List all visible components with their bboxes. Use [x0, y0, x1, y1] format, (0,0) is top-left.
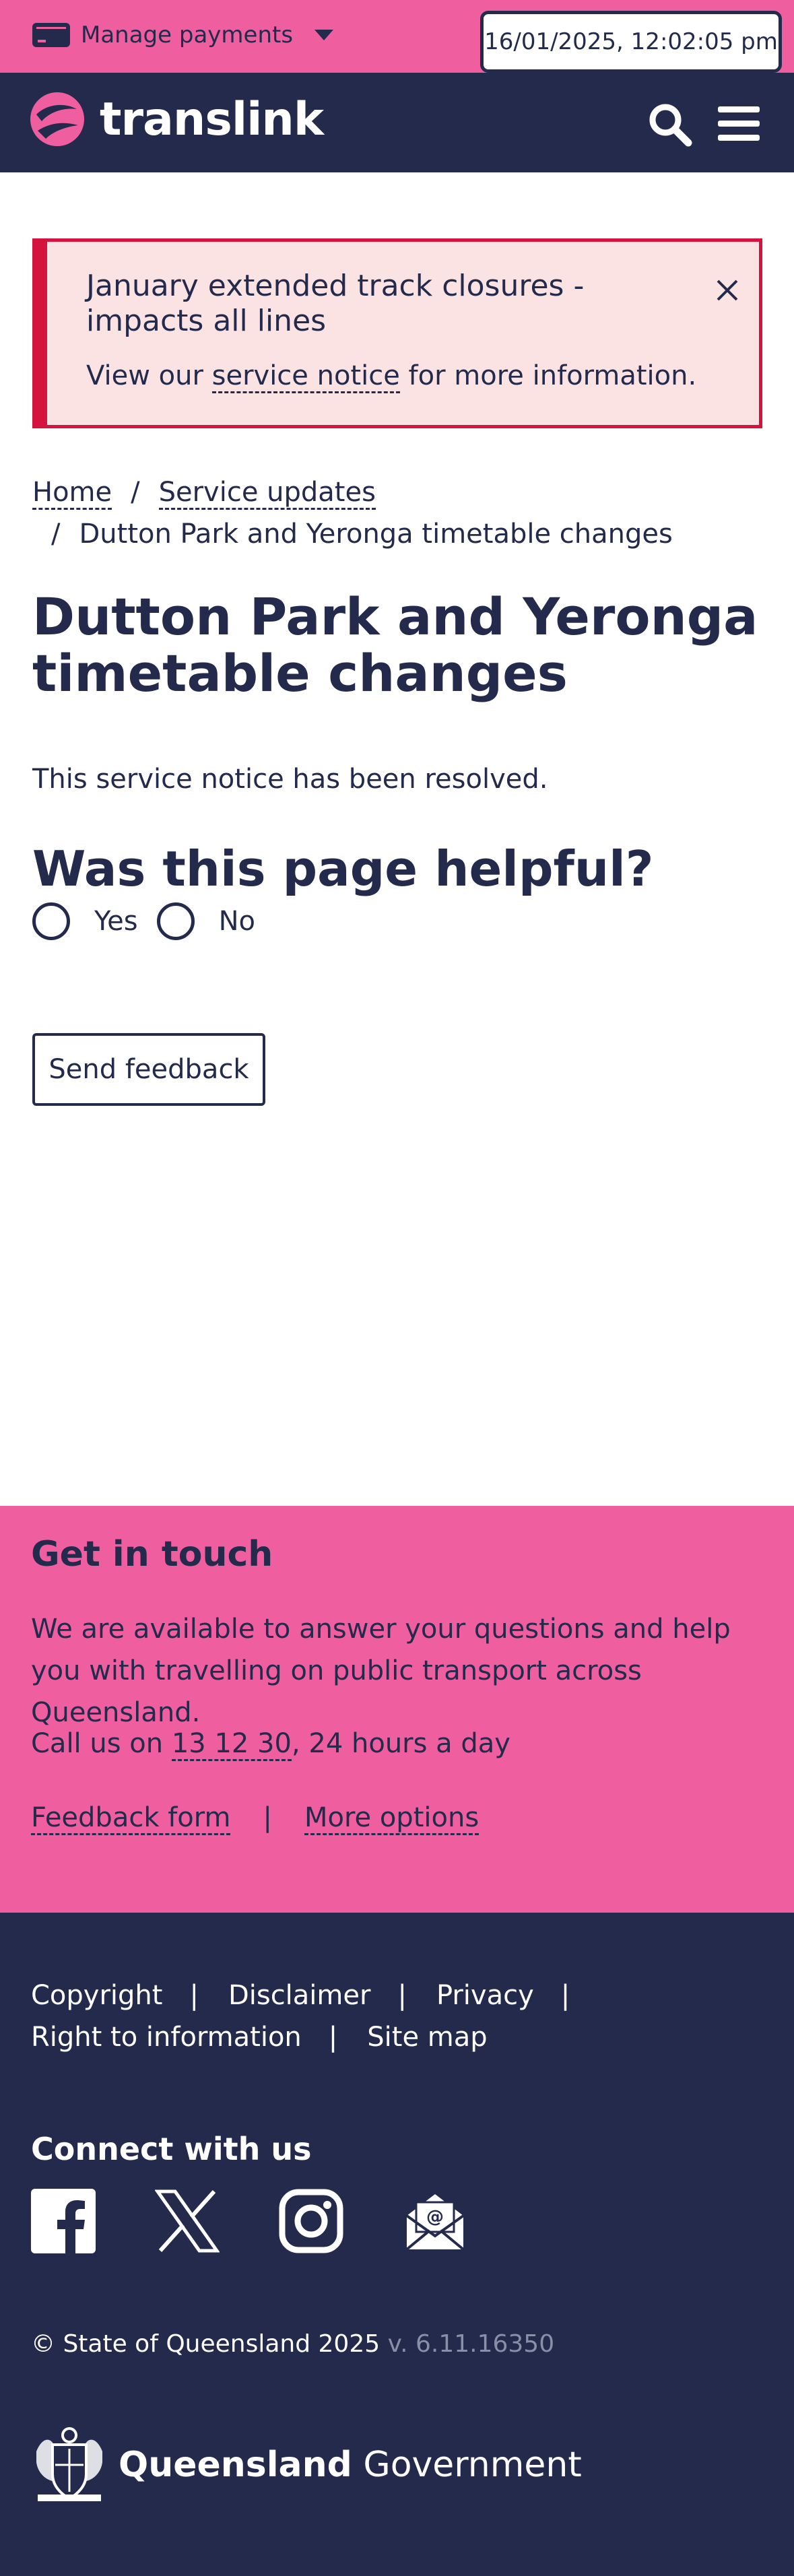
link-separator: |: [263, 1802, 272, 1833]
get-in-touch-text: We are available to answer your question…: [31, 1614, 731, 1728]
breadcrumb: Home / Service updates / Dutton Park and Ye…: [32, 471, 773, 555]
radio-yes[interactable]: Yes: [32, 902, 138, 940]
queensland-government-logo[interactable]: Queensland Government: [32, 2424, 582, 2505]
card-icon: [32, 23, 70, 47]
touch-links: Feedback form | More options: [31, 1802, 479, 1835]
radio-no-circle[interactable]: [156, 902, 195, 940]
main-nav: translink: [0, 73, 794, 172]
link-separator: |: [560, 1980, 570, 2011]
copyright-link[interactable]: Copyright: [31, 1980, 162, 2011]
brand-name: translink: [100, 92, 324, 146]
instagram-icon[interactable]: [279, 2189, 343, 2253]
connect-title: Connect with us: [31, 2131, 312, 2167]
breadcrumb-home[interactable]: Home: [32, 477, 112, 510]
alert-title: January extended track closures - impact…: [86, 269, 585, 338]
copyright-text: © State of Queensland 2025 v. 6.11.16350: [31, 2330, 554, 2358]
search-icon: [649, 104, 692, 147]
facebook-icon[interactable]: [31, 2189, 96, 2253]
government-text: Government: [352, 2445, 582, 2485]
more-options-link[interactable]: More options: [304, 1802, 479, 1835]
datetime-display: 16/01/2025, 12:02:05 pm: [480, 11, 782, 73]
service-notice-link[interactable]: service notice: [211, 360, 400, 393]
caret-down-icon: [315, 30, 334, 40]
alert-body-suffix: for more information.: [399, 360, 697, 391]
phone-number-link[interactable]: 13 12 30: [171, 1728, 292, 1761]
get-in-touch-title: Get in touch: [31, 1534, 273, 1575]
svg-text:@: @: [426, 2207, 444, 2227]
queensland-government-text: Queensland Government: [119, 2445, 582, 2485]
helpful-radio-group: Yes No: [32, 902, 274, 940]
link-separator: |: [189, 1980, 199, 2011]
social-links: @: [31, 2189, 527, 2253]
site-map-link[interactable]: Site map: [367, 2022, 487, 2053]
queensland-text: Queensland: [119, 2445, 352, 2485]
close-icon[interactable]: [714, 277, 741, 304]
right-to-information-link[interactable]: Right to information: [31, 2022, 302, 2053]
breadcrumb-service-updates[interactable]: Service updates: [158, 477, 376, 510]
menu-icon[interactable]: [718, 106, 760, 141]
radio-yes-circle[interactable]: [32, 902, 70, 940]
call-suffix: , 24 hours a day: [291, 1728, 510, 1759]
disclaimer-link[interactable]: Disclaimer: [228, 1980, 371, 2011]
manage-payments-button[interactable]: Manage payments: [32, 15, 334, 55]
search-button[interactable]: [648, 102, 692, 147]
x-icon[interactable]: [155, 2189, 220, 2253]
queensland-crest-icon: [36, 2427, 102, 2501]
send-feedback-button[interactable]: Send feedback: [32, 1033, 265, 1106]
privacy-link[interactable]: Privacy: [436, 1980, 534, 2011]
resolved-notice: This service notice has been resolved.: [32, 764, 548, 795]
link-separator: |: [328, 2022, 338, 2053]
helpful-title: Was this page helpful?: [32, 840, 654, 897]
alert-body-prefix: View our: [86, 360, 212, 391]
breadcrumb-separator: /: [51, 519, 61, 550]
get-in-touch-section: Get in touch We are available to answer …: [0, 1506, 794, 1913]
translink-logo[interactable]: translink: [30, 92, 324, 147]
copyright-owner: © State of Queensland 2025: [31, 2330, 381, 2358]
call-prefix: Call us on: [31, 1728, 172, 1759]
version-text: v. 6.11.16350: [380, 2330, 555, 2358]
alert-body: View our service notice for more informa…: [86, 360, 697, 393]
page-title: Dutton Park and Yeronga timetable change…: [32, 587, 758, 703]
manage-payments-label: Manage payments: [81, 22, 294, 48]
service-alert: January extended track closures - impact…: [32, 238, 762, 428]
menu-bar: [718, 121, 760, 127]
footer-links: Copyright | Disclaimer | Privacy | Right to i…: [31, 1975, 772, 2058]
radio-yes-label: Yes: [94, 906, 138, 937]
breadcrumb-current: Dutton Park and Yeronga timetable change…: [79, 519, 673, 550]
utility-bar: Manage payments 16/01/2025, 12:02:05 pm: [0, 0, 794, 73]
feedback-form-link[interactable]: Feedback form: [31, 1802, 231, 1835]
call-us-text: Call us on 13 12 30, 24 hours a day: [31, 1728, 510, 1761]
breadcrumb-separator: /: [131, 477, 140, 508]
menu-bar: [718, 135, 760, 141]
menu-bar: [718, 106, 760, 112]
radio-no-label: No: [218, 906, 255, 937]
footer: Copyright | Disclaimer | Privacy | Right to i…: [0, 1913, 794, 2576]
translink-logo-icon: [30, 92, 84, 146]
link-separator: |: [397, 1980, 407, 2011]
radio-no[interactable]: No: [156, 902, 255, 940]
email-icon[interactable]: @: [403, 2189, 467, 2253]
